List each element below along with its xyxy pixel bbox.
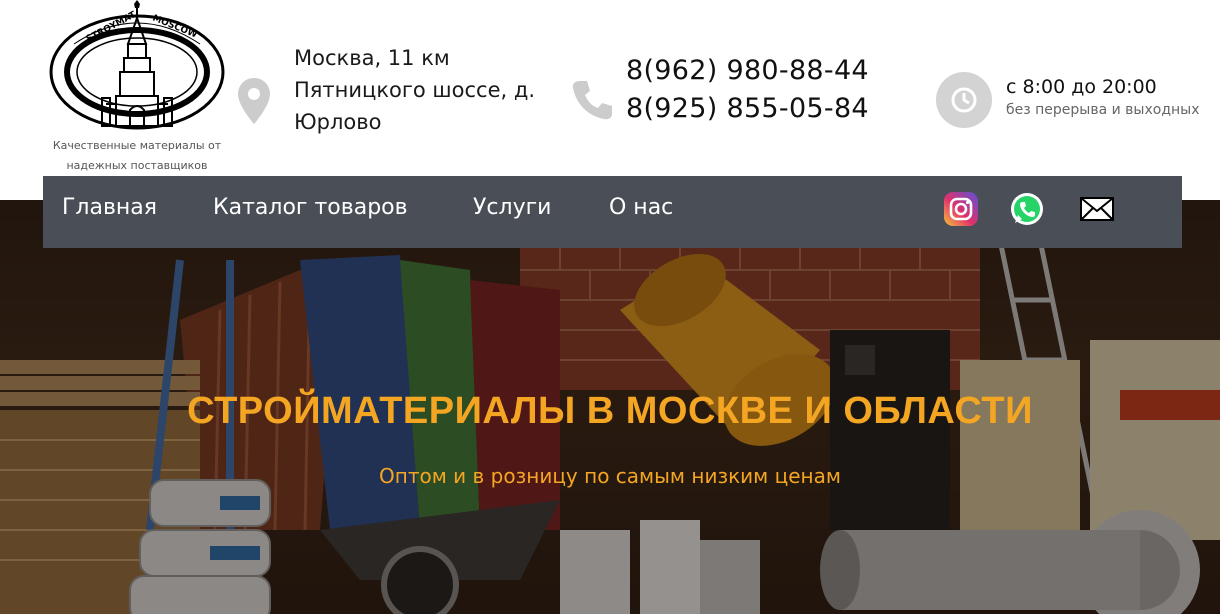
nav-catalog[interactable]: Каталог товаров (213, 176, 408, 240)
site-header: STROYMAT MOSCOW Качественные материалы о… (0, 0, 1220, 200)
phone-icon (572, 81, 612, 120)
phone-list: 8(962) 980-88-44 8(925) 855-05-84 (626, 52, 869, 128)
nav-home[interactable]: Главная (62, 176, 157, 240)
whatsapp-icon[interactable] (1009, 191, 1045, 227)
hero-subtitle: Оптом и в розницу по самым низким ценам (379, 464, 841, 488)
address-text: Москва, 11 км Пятницкого шоссе, д. Юрлов… (294, 46, 536, 134)
hero-title: СТРОЙМАТЕРИАЛЫ В МОСКВЕ И ОБЛАСТИ (187, 390, 1033, 432)
nav-about[interactable]: О нас (609, 176, 673, 240)
email-icon[interactable] (1079, 191, 1115, 227)
hero-banner: СТРОЙМАТЕРИАЛЫ В МОСКВЕ И ОБЛАСТИ Оптом … (0, 200, 1220, 614)
phone-number-2[interactable]: 8(925) 855-05-84 (626, 90, 869, 128)
hours-sub: без перерыва и выходных (1006, 102, 1200, 118)
logo[interactable]: STROYMAT MOSCOW Качественные материалы о… (44, 0, 230, 178)
map-pin-icon (238, 78, 270, 124)
phone-number-1[interactable]: 8(962) 980-88-44 (626, 52, 869, 90)
hours-main: с 8:00 до 20:00 (1006, 76, 1157, 98)
kremlin-emblem-icon: STROYMAT MOSCOW (49, 0, 225, 130)
logo-tagline: Качественные материалы от надежных поста… (52, 139, 222, 172)
main-navbar: Главная Каталог товаров Услуги О нас (43, 176, 1182, 248)
instagram-icon[interactable] (943, 191, 979, 227)
working-hours: с 8:00 до 20:00 без перерыва и выходных (1006, 74, 1200, 120)
clock-icon (936, 72, 992, 128)
nav-services[interactable]: Услуги (473, 176, 551, 240)
